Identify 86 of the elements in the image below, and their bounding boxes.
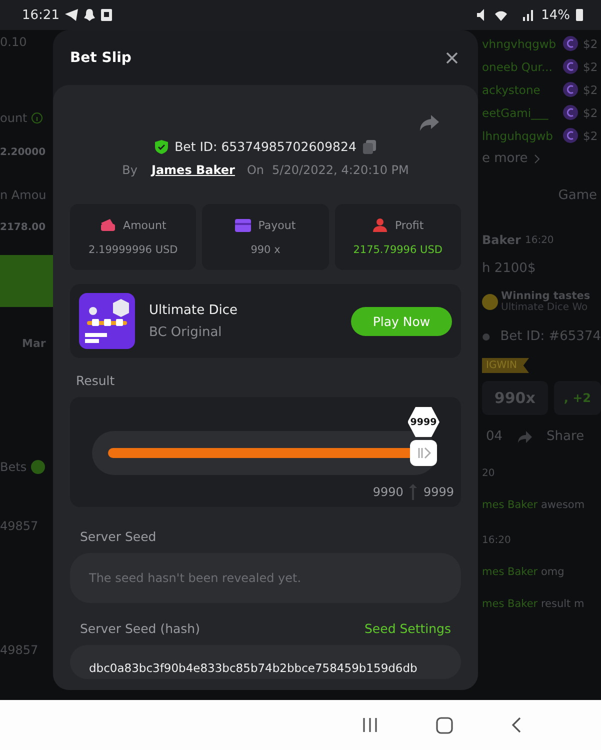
see-more-link[interactable]: e more (482, 151, 528, 166)
pointer-icon (409, 484, 418, 500)
server-seed-hash-field: dbc0a83bc3f90b4e833bc85b74b2bbce758459b159d6db (70, 645, 461, 679)
stat-label: Payout (258, 218, 296, 232)
result-label: Result (75, 373, 116, 388)
stat-value: 2.19999996 USD (88, 244, 178, 256)
battery-icon (576, 9, 583, 21)
chat-author: Baker (482, 233, 521, 247)
card-icon (235, 218, 252, 232)
ghost-icon (84, 9, 96, 21)
player-name: ackystone (482, 82, 542, 96)
game-subtitle: BC Original (149, 324, 223, 340)
stat-value: 990 x (250, 244, 280, 256)
background-label: ount (0, 111, 28, 125)
background-tab-label[interactable]: Game (558, 188, 597, 203)
share-action[interactable]: Share (546, 429, 584, 444)
status-time: 16:21 (22, 8, 60, 22)
wallet-icon (100, 218, 116, 232)
player-name: oneeb Qur... (482, 60, 554, 74)
profit-card: , +2 (554, 381, 601, 415)
slider-handle[interactable] (410, 440, 437, 466)
on-label: On (246, 163, 264, 177)
server-seed-label: Server Seed (79, 529, 158, 544)
share-icon[interactable] (419, 115, 439, 131)
telegram-icon (65, 9, 78, 21)
user-icon (372, 218, 388, 232)
battery-level: 14% (541, 8, 570, 22)
chat-message: mes Baker result m (482, 598, 584, 610)
app-icon (101, 9, 112, 21)
result-value-badge: 9999 (408, 407, 440, 437)
background-text: 49857 (0, 519, 38, 533)
medal-icon (482, 294, 498, 310)
signal-status-icon (477, 9, 536, 21)
stat-label: Profit (394, 218, 424, 232)
coin-icon (563, 36, 578, 51)
stat-value: 2175.79996 USD (353, 244, 442, 256)
chat-message: mes Baker awesom (482, 499, 585, 511)
background-text: Bets (0, 460, 27, 474)
chat-time: 16:20 (524, 234, 554, 246)
like-count: 04 (486, 429, 503, 444)
player-name: vhngvhqgwb (482, 36, 558, 50)
close-icon[interactable] (446, 52, 458, 64)
chat-time: 16:20 (482, 535, 511, 546)
coin-icon (563, 105, 578, 120)
chat-card-title: Winning tastes (501, 290, 590, 302)
player-amount: $2 (583, 36, 598, 50)
chat-message: mes Baker omg (482, 566, 564, 578)
seed-settings-link[interactable]: Seed Settings (364, 621, 451, 636)
copy-icon[interactable] (363, 140, 376, 154)
home-icon[interactable] (436, 716, 453, 734)
dialog-title: Bet Slip (70, 50, 132, 66)
server-seed-hash-label: Server Seed (hash) (80, 621, 200, 636)
player-amount: $2 (583, 82, 598, 96)
background-tab-label: Mar (22, 337, 46, 350)
bet-id: Bet ID: 65374985702609824 (174, 139, 356, 154)
background-text: 0.10 (0, 35, 27, 49)
bet-date: 5/20/2022, 4:20:10 PM (272, 163, 409, 177)
server-seed-field: The seed hasn't been revealed yet. (70, 553, 461, 603)
chat-time: 20 (482, 468, 495, 479)
user-link[interactable]: James Baker (151, 163, 235, 177)
share-icon (516, 430, 533, 444)
player-amount: $2 (583, 128, 598, 142)
coin-icon (563, 59, 578, 74)
game-title: Ultimate Dice (149, 302, 238, 318)
stat-label: Amount (123, 218, 166, 232)
background-value: 2178.00 (0, 222, 46, 233)
coin-icon (563, 128, 578, 143)
recent-apps-icon[interactable] (362, 717, 378, 733)
player-amount: $2 (583, 106, 598, 120)
range-low: 9990 (372, 485, 404, 499)
range-high: 9999 (423, 485, 454, 499)
coin-icon (563, 82, 578, 97)
by-label: By (122, 163, 138, 177)
chevron-icon (534, 154, 540, 164)
shield-icon (154, 140, 168, 154)
background-text: n Amou (0, 188, 46, 202)
chat-bet-id: Bet ID: #65374 (500, 329, 601, 344)
chat-message: h 2100$ (482, 261, 536, 276)
player-name: lhnguhqgwb (482, 128, 554, 142)
info-icon (31, 112, 44, 124)
background-text: 49857 (0, 643, 38, 657)
background-value: 2.20000 (0, 147, 46, 158)
player-amount: $2 (583, 60, 598, 74)
player-name: eetGami___ (482, 106, 550, 120)
back-icon[interactable] (511, 717, 521, 733)
play-now-button[interactable]: Play Now (351, 306, 452, 336)
